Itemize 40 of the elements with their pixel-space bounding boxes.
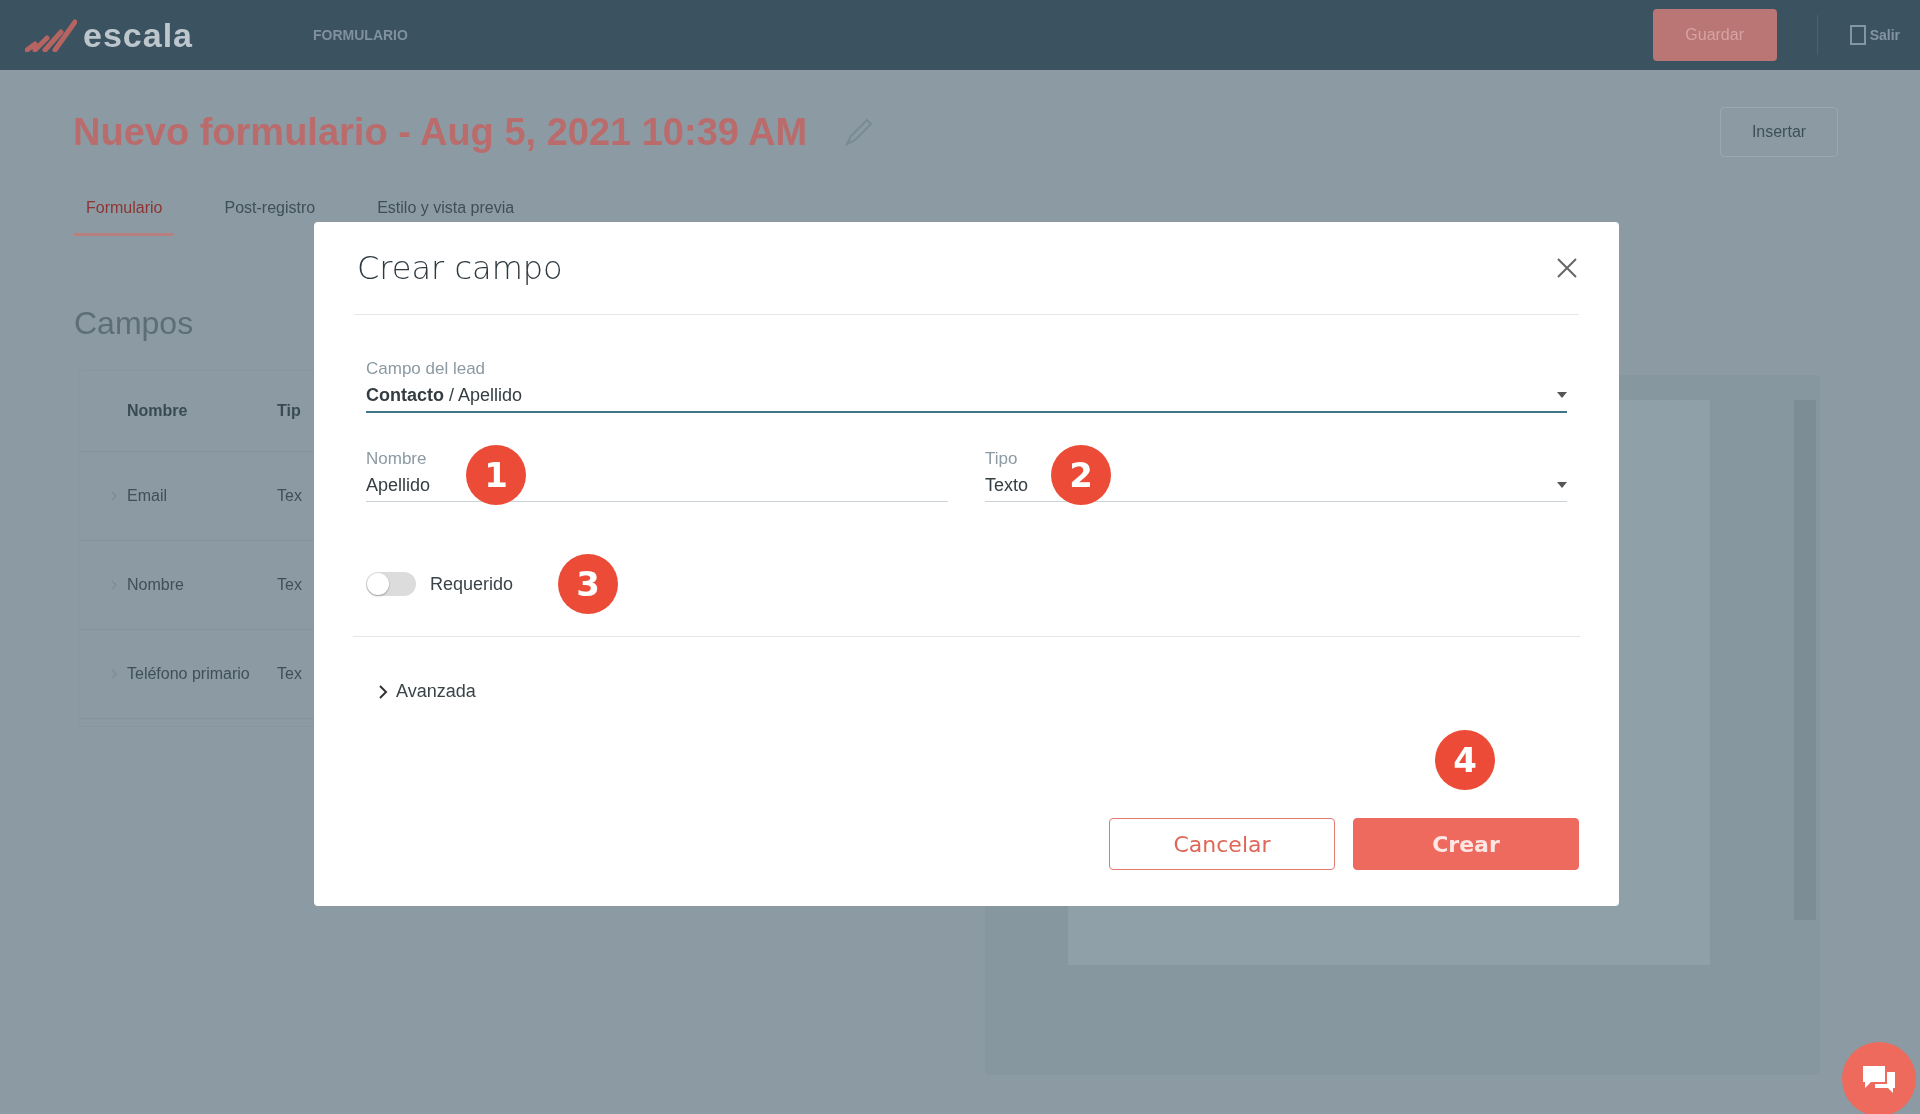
step-number-badge: 2 [1051,445,1111,505]
create-button[interactable]: Crear [1353,818,1579,870]
tab[interactable]: Post-registro [212,189,328,236]
field-label: Nombre [366,449,427,469]
name-field[interactable]: Nombre Apellido 1 [366,449,948,502]
field-value: Texto [985,474,1029,496]
column-header: Tip [277,402,301,420]
cancel-button[interactable]: Cancelar [1109,818,1335,870]
logo-text: escala [83,15,193,55]
table-cell-text: Teléfono primario [127,665,251,683]
tab[interactable]: Formulario [74,189,175,236]
advanced-section-toggle[interactable]: Avanzada [366,681,476,702]
lead-field-dropdown[interactable]: Campo del lead Contacto / Apellido [366,359,1567,413]
tab[interactable]: Estilo y vista previa [365,189,527,236]
logo-bars-icon [25,18,77,52]
table-cell-text: Nombre [127,576,185,594]
dialog-title: Crear campo [357,249,563,287]
table-cell: Tex [277,576,302,594]
table-cell-text: Email [127,487,168,505]
toggle-label: Requerido [430,573,514,595]
step-number-badge: 4 [1435,730,1495,790]
step-number-badge: 3 [558,554,618,614]
chevron-icon[interactable] [378,684,388,699]
exit-link[interactable]: Salir [1869,27,1900,43]
dropdown-caret-icon[interactable] [1557,482,1567,488]
section-label: FORMULARIO [313,27,408,43]
type-dropdown[interactable]: Tipo Texto 2 [985,449,1567,502]
page-title: Nuevo formulario - Aug 5, 2021 10:39 AM [73,110,808,154]
insert-button[interactable]: Insertar [1720,107,1838,157]
column-header: Nombre [127,402,189,420]
table-cell: Tex [277,487,302,505]
step-number-badge: 1 [466,445,526,505]
table-cell: Tex [277,665,302,683]
field-value: Apellido [366,474,431,496]
dropdown-caret-icon[interactable] [1557,392,1567,398]
field-label: Tipo [985,449,1018,469]
close-icon[interactable] [1555,256,1579,280]
field-label: Campo del lead [366,359,486,379]
field-value: Contacto / Apellido [366,384,523,406]
toggle-switch[interactable] [366,572,416,596]
